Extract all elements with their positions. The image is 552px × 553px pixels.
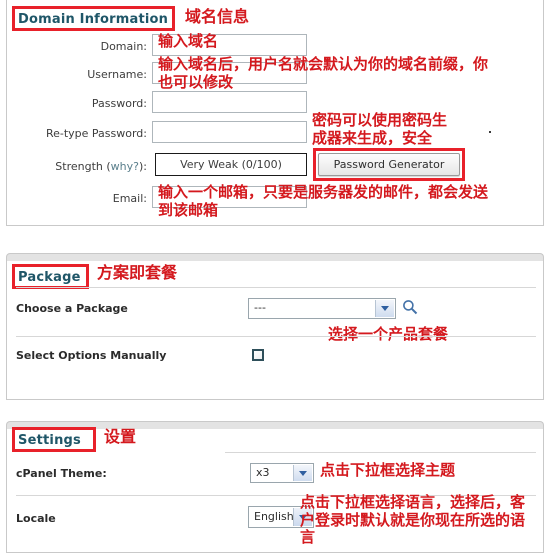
username-field-label: Username: bbox=[87, 68, 147, 81]
why-link[interactable]: why? bbox=[111, 160, 139, 173]
email-field-label: Email: bbox=[112, 192, 147, 205]
password-strength-indicator: Very Weak (0/100) bbox=[155, 153, 307, 176]
locale-label: Locale bbox=[16, 512, 56, 525]
settings-divider-top bbox=[225, 452, 536, 453]
domain-information-title: Domain Information bbox=[18, 12, 169, 27]
username-note: 输入域名后，用户名就会默认为你的域名前缀，你 也可以修改 bbox=[158, 55, 489, 91]
stray-dot-artifact bbox=[489, 131, 491, 133]
select-options-manually-label: Select Options Manually bbox=[16, 349, 167, 362]
domain-field-label: Domain: bbox=[100, 40, 147, 53]
retype-password-field-label: Re-type Password: bbox=[45, 127, 147, 140]
cpanel-theme-select[interactable]: x3 bbox=[250, 463, 314, 483]
strength-label-end: ): bbox=[139, 160, 147, 173]
domain-note: 输入域名 bbox=[158, 32, 219, 50]
locale-value: English bbox=[254, 510, 294, 523]
cpanel-theme-value: x3 bbox=[256, 466, 270, 479]
strength-field-label: Strength (why?): bbox=[30, 160, 147, 173]
chevron-down-icon[interactable] bbox=[293, 465, 312, 481]
search-icon[interactable] bbox=[402, 299, 418, 315]
package-panel-body bbox=[7, 261, 543, 399]
settings-panel-topbar bbox=[6, 421, 544, 429]
locale-note: 点击下拉框选择语言，选择后，客 户登录时默认就是你现在所选的语 言 bbox=[300, 493, 526, 547]
choose-package-select[interactable]: --- bbox=[248, 298, 396, 319]
select-options-manually-checkbox[interactable] bbox=[252, 349, 264, 361]
settings-annotation: 设置 bbox=[104, 427, 137, 446]
password-note: 密码可以使用密码生 成器来生成，安全 bbox=[312, 111, 448, 147]
package-panel-topbar bbox=[6, 253, 544, 261]
package-annotation: 方案即套餐 bbox=[97, 263, 178, 282]
package-title: Package bbox=[18, 270, 81, 285]
email-note: 输入一个邮箱，只要是服务器发的邮件，都会发送 到该邮箱 bbox=[158, 183, 489, 219]
choose-package-label: Choose a Package bbox=[16, 302, 128, 315]
package-divider-top bbox=[16, 287, 536, 288]
package-panel bbox=[6, 261, 544, 400]
chevron-down-icon[interactable] bbox=[375, 300, 394, 317]
password-field-label: Password: bbox=[91, 97, 147, 110]
package-divider-bottom bbox=[16, 336, 536, 337]
password-generator-button[interactable]: Password Generator bbox=[318, 153, 460, 176]
cpanel-theme-label: cPanel Theme: bbox=[16, 467, 107, 480]
strength-label-text: Strength ( bbox=[55, 160, 111, 173]
settings-title: Settings bbox=[18, 433, 81, 448]
domain-information-annotation: 域名信息 bbox=[185, 7, 250, 26]
choose-package-value: --- bbox=[254, 301, 266, 314]
choose-package-note: 选择一个产品套餐 bbox=[328, 325, 449, 343]
retype-password-input[interactable] bbox=[152, 121, 307, 143]
password-input[interactable] bbox=[152, 91, 307, 113]
cpanel-theme-note: 点击下拉框选择主题 bbox=[320, 461, 456, 479]
